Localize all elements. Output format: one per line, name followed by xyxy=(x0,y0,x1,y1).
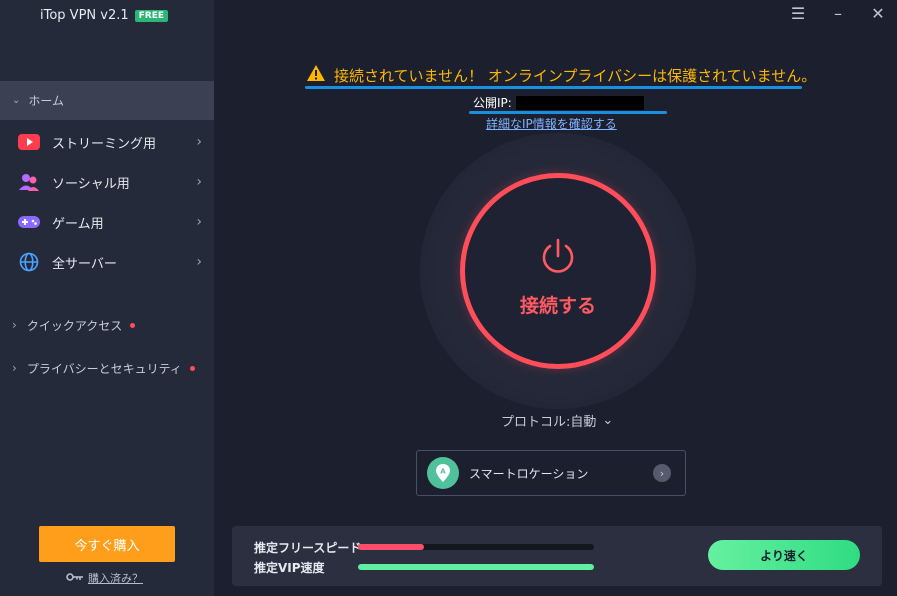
buy-now-button[interactable]: 今すぐ購入 xyxy=(39,526,175,562)
free-speed-bar xyxy=(358,544,594,550)
key-icon xyxy=(66,572,84,585)
faster-button[interactable]: より速く xyxy=(708,540,860,570)
notification-dot xyxy=(189,365,195,371)
chevron-right-icon: › xyxy=(196,214,202,230)
app-title: iTop VPN v2.1 FREE xyxy=(40,8,169,23)
chevron-right-icon: › xyxy=(12,361,17,375)
menu-icon[interactable]: ☰ xyxy=(788,4,808,23)
already-purchased-link[interactable]: 購入済み？ xyxy=(66,570,143,586)
social-people-icon xyxy=(18,171,40,193)
free-speed-label: 推定フリースピード xyxy=(254,541,362,555)
ip-detail-link[interactable]: 詳細なIP情報を確認する xyxy=(486,115,617,132)
chevron-down-icon: ⌄ xyxy=(12,95,21,106)
highlight-underline xyxy=(305,86,802,89)
protocol-label: プロトコル:自動 xyxy=(501,415,597,430)
chevron-right-icon: › xyxy=(196,134,202,150)
sidebar: iTop VPN v2.1 FREE ⌄ ホーム ストリーミング用 › ソーシャ… xyxy=(0,0,214,596)
youtube-icon xyxy=(18,131,40,153)
smart-location-label: スマートロケーション xyxy=(469,466,589,481)
sidebar-item-label: ストリーミング用 xyxy=(52,136,157,152)
speed-panel: 推定フリースピード 推定VIP速度 より速く xyxy=(232,526,882,586)
sidebar-home[interactable]: ⌄ ホーム xyxy=(0,81,214,120)
sidebar-section-privacy[interactable]: › プライバシーとセキュリティ xyxy=(0,353,214,383)
warning-icon xyxy=(306,64,326,86)
globe-icon xyxy=(18,251,40,273)
free-speed-fill xyxy=(358,544,425,550)
sidebar-section-label: プライバシーとセキュリティ xyxy=(26,361,182,376)
gamepad-icon xyxy=(18,211,40,233)
sidebar-item-social[interactable]: ソーシャル用 › xyxy=(0,162,214,202)
public-ip-label: 公開IP: xyxy=(473,96,512,110)
public-ip-value-redacted xyxy=(515,95,644,110)
vip-speed-fill xyxy=(358,564,594,570)
smart-location-button[interactable]: A スマートロケーション › xyxy=(416,450,686,496)
chevron-right-icon: › xyxy=(196,254,202,270)
sidebar-item-label: ゲーム用 xyxy=(52,216,104,232)
chevron-right-icon: › xyxy=(196,174,202,190)
chevron-down-icon: ⌄ xyxy=(602,413,614,428)
chevron-right-icon: › xyxy=(653,464,671,482)
warning-text: 接続されていません！ オンラインプライバシーは保護されていません。 xyxy=(334,66,817,85)
sidebar-item-label: 全サーバー xyxy=(52,256,117,272)
vip-speed-bar xyxy=(358,564,594,570)
minimize-icon[interactable]: – xyxy=(828,4,848,23)
public-ip-row: 公開IP: xyxy=(473,94,644,111)
close-icon[interactable]: ✕ xyxy=(868,4,888,23)
power-icon xyxy=(542,238,574,273)
sidebar-item-label: ソーシャル用 xyxy=(52,176,130,192)
vip-speed-label: 推定VIP速度 xyxy=(254,561,325,575)
protocol-selector[interactable]: プロトコル:自動 ⌄ xyxy=(501,411,613,430)
sidebar-section-quick-access[interactable]: › クイックアクセス xyxy=(0,310,214,340)
connect-label: 接続する xyxy=(519,295,596,317)
notification-dot xyxy=(130,322,136,328)
highlight-underline xyxy=(469,111,667,114)
location-pin-icon: A xyxy=(427,457,459,489)
app-title-text: iTop VPN v2.1 xyxy=(40,8,129,23)
connection-warning: 接続されていません！ オンラインプライバシーは保護されていません。 xyxy=(306,64,816,86)
sidebar-item-all-servers[interactable]: 全サーバー › xyxy=(0,242,214,282)
chevron-right-icon: › xyxy=(12,318,17,332)
sidebar-item-streaming[interactable]: ストリーミング用 › xyxy=(0,122,214,162)
sidebar-item-games[interactable]: ゲーム用 › xyxy=(0,202,214,242)
free-badge: FREE xyxy=(134,9,169,22)
already-purchased-label: 購入済み？ xyxy=(88,572,143,585)
sidebar-home-label: ホーム xyxy=(28,94,65,108)
sidebar-section-label: クイックアクセス xyxy=(26,318,123,333)
svg-text:A: A xyxy=(440,468,446,476)
